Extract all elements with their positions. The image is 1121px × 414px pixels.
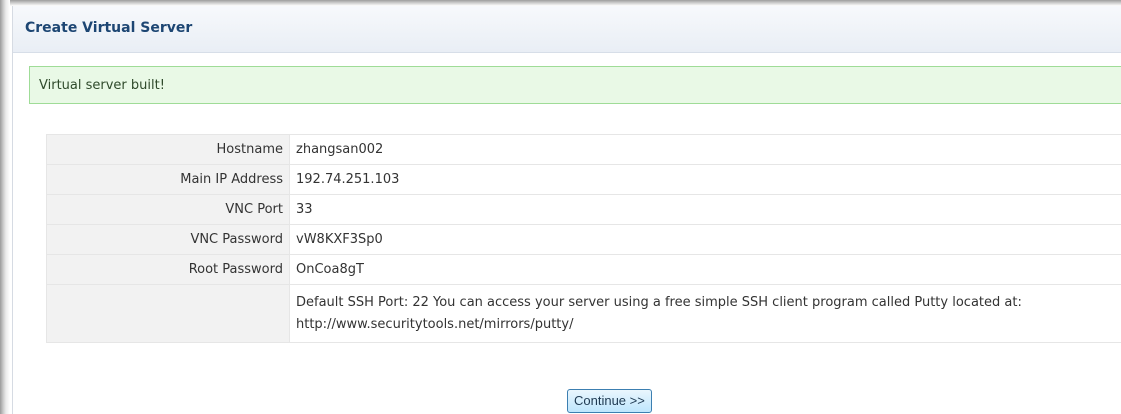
root-password-label: Root Password bbox=[46, 254, 290, 285]
window-frame: Create Virtual Server Virtual server bui… bbox=[0, 0, 1121, 414]
ssh-info-text: Default SSH Port: 22 You can access your… bbox=[296, 294, 1022, 310]
left-window-shadow bbox=[0, 0, 10, 414]
create-server-panel: Create Virtual Server Virtual server bui… bbox=[12, 6, 1121, 414]
table-row: Hostname zhangsan002 bbox=[46, 134, 1121, 165]
success-alert: Virtual server built! bbox=[29, 66, 1121, 104]
ssh-info-value: Default SSH Port: 22 You can access your… bbox=[289, 284, 1121, 343]
vnc-password-value: vW8KXF3Sp0 bbox=[289, 224, 1121, 255]
main-ip-value: 192.74.251.103 bbox=[289, 164, 1121, 195]
table-row: Default SSH Port: 22 You can access your… bbox=[46, 284, 1121, 343]
table-row: Root Password OnCoa8gT bbox=[46, 254, 1121, 285]
ssh-info-label bbox=[46, 284, 290, 343]
putty-url-text: http://www.securitytools.net/mirrors/put… bbox=[296, 316, 574, 332]
continue-button[interactable]: Continue >> bbox=[567, 389, 652, 413]
vnc-port-value: 33 bbox=[289, 194, 1121, 225]
table-row: Main IP Address 192.74.251.103 bbox=[46, 164, 1121, 195]
vnc-port-label: VNC Port bbox=[46, 194, 290, 225]
top-window-shadow bbox=[0, 0, 1121, 6]
table-row: VNC Password vW8KXF3Sp0 bbox=[46, 224, 1121, 255]
panel-header: Create Virtual Server bbox=[13, 6, 1121, 53]
hostname-value: zhangsan002 bbox=[289, 134, 1121, 165]
main-ip-label: Main IP Address bbox=[46, 164, 290, 195]
table-row: VNC Port 33 bbox=[46, 194, 1121, 225]
vnc-password-label: VNC Password bbox=[46, 224, 290, 255]
success-alert-message: Virtual server built! bbox=[39, 78, 165, 93]
server-details-table: Hostname zhangsan002 Main IP Address 192… bbox=[46, 134, 1121, 343]
root-password-value: OnCoa8gT bbox=[289, 254, 1121, 285]
hostname-label: Hostname bbox=[46, 134, 290, 165]
page-title: Create Virtual Server bbox=[25, 20, 193, 36]
